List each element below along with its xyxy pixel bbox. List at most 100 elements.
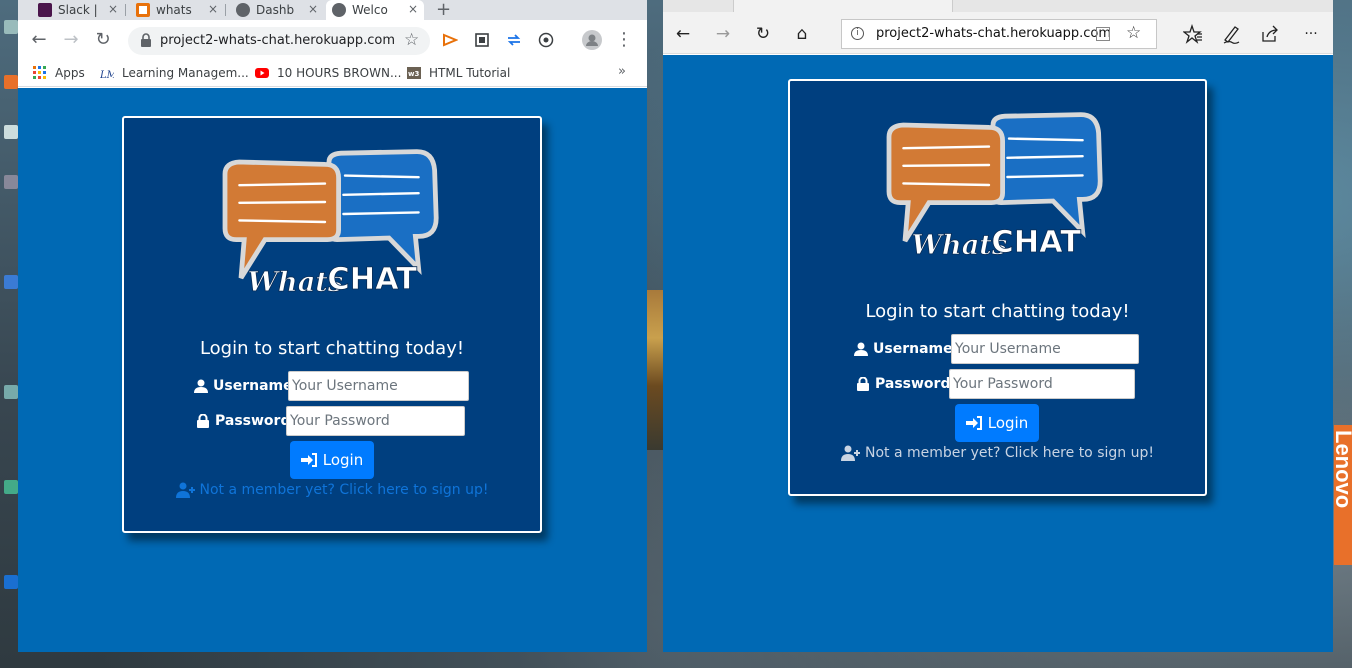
desktop-app-icon[interactable] [4,75,18,89]
login-heading: Login to start chatting today! [865,301,1130,322]
desktop-icons [0,0,18,668]
close-icon[interactable]: × [308,2,318,16]
username-input[interactable] [288,371,469,401]
tab-slack[interactable]: Slack | × [32,0,124,20]
extension-play-icon[interactable] [442,32,458,48]
password-row: Password: [196,406,476,436]
youtube-icon [255,68,269,78]
bookmark-label: 10 HOURS BROWN... [277,66,402,80]
bookmark-youtube[interactable]: 10 HOURS BROWN... [255,65,401,81]
reading-view-icon[interactable] [1096,27,1110,41]
user-plus-icon [841,445,861,461]
lock-icon [857,377,869,391]
login-button[interactable]: Login [955,404,1039,442]
tab-label: Welco [352,3,388,17]
home-button[interactable]: ⌂ [792,24,812,44]
password-input[interactable] [949,369,1135,399]
login-card: Whats CHAT Login to start chatting today… [788,79,1207,496]
favorite-star-icon[interactable]: ☆ [1126,23,1141,43]
sign-in-icon [300,453,317,467]
signup-link[interactable]: Not a member yet? Click here to sign up! [124,482,540,498]
lenovo-label: Lenovo [1334,430,1352,509]
refresh-button[interactable]: ↻ [753,24,773,44]
chrome-tab-strip: Slack | × whats × Dashb × Welco × + [18,0,647,20]
signup-text: Not a member yet? Click here to sign up! [199,482,489,498]
login-button-label: Login [322,451,364,469]
chrome-toolbar: ← → ↻ project2-whats-chat.herokuapp.com … [18,20,647,60]
svg-text:w3: w3 [408,70,419,78]
recycle-bin-icon[interactable] [4,20,18,34]
chrome-menu-button[interactable]: ⋮ [614,30,634,50]
bookmark-apps[interactable]: Apps [33,65,85,81]
password-label: Password: [875,376,957,392]
desktop-app-icon[interactable] [4,125,18,139]
blogger-icon [136,3,150,17]
new-tab-button[interactable]: + [436,0,451,20]
favorites-hub-icon[interactable] [1183,24,1203,44]
edge-page-content: Whats CHAT Login to start chatting today… [663,55,1333,652]
url-text: project2-whats-chat.herokuapp.com [160,33,396,48]
forward-button[interactable]: → [61,30,81,50]
bookmark-label: Apps [55,66,85,80]
pen-notes-icon[interactable] [1221,24,1241,44]
edge-active-tab[interactable] [733,0,953,12]
svg-text:LMS: LMS [100,70,114,80]
tab-separator [225,4,226,16]
back-button[interactable]: ← [29,30,49,50]
desktop-app-icon[interactable] [4,480,18,494]
edge-toolbar: ← → ↻ ⌂ i project2-whats-chat.herokuapp.… [663,12,1333,54]
bookmark-label: Learning Managem... [122,66,249,80]
address-bar[interactable]: i project2-whats-chat.herokuapp.com ☆ [841,19,1157,49]
tab-label: Dashb [256,3,295,17]
close-icon[interactable]: × [208,2,218,16]
password-row: Password: [856,369,1146,399]
desktop-app-icon[interactable] [4,385,18,399]
login-button[interactable]: Login [290,441,374,479]
screenshot-extension-icon[interactable] [474,32,490,48]
slack-icon [38,3,52,17]
desktop-app-icon[interactable] [4,175,18,189]
forward-button[interactable]: → [713,24,733,44]
chrome-page-content: Whats CHAT Login to start chatting today… [18,88,647,652]
omnibox[interactable]: project2-whats-chat.herokuapp.com ☆ [128,27,430,55]
bookmarks-overflow-button[interactable]: » [618,64,626,79]
back-button[interactable]: ← [673,24,693,44]
lms-icon: LMS [100,70,114,80]
reload-button[interactable]: ↻ [93,30,113,50]
username-label-group: Username: [854,341,958,357]
bookmark-star-icon[interactable]: ☆ [404,30,419,50]
username-row: Username: [854,334,1144,364]
logo-wordmark-chat: CHAT [991,225,1081,260]
more-options-button[interactable]: ··· [1301,24,1321,44]
bookmark-html-tutorial[interactable]: w3 HTML Tutorial [407,65,510,81]
close-icon[interactable]: × [408,2,418,16]
username-label: Username: [873,341,959,357]
profile-avatar-icon[interactable] [582,30,602,50]
username-label: Username: [213,378,299,394]
info-icon[interactable]: i [851,27,864,40]
sync-extension-icon[interactable] [506,32,522,48]
tab-label: Slack | [58,3,98,17]
username-input[interactable] [951,334,1139,364]
w3schools-icon: w3 [407,67,421,79]
bookmarks-bar: Apps LMS Learning Managem... 10 HOURS BR… [18,60,647,87]
user-icon [854,342,868,356]
extension-icon[interactable] [538,32,554,48]
password-label-group: Password: [856,376,956,392]
desktop-app-icon[interactable] [4,275,18,289]
share-icon[interactable] [1260,24,1280,44]
signup-link[interactable]: Not a member yet? Click here to sign up! [790,445,1205,461]
logo-wordmark-chat: CHAT [327,262,417,297]
tab-label: whats [156,3,192,17]
close-icon[interactable]: × [108,2,118,16]
password-input[interactable] [286,406,465,436]
tab-dashboard[interactable]: Dashb × [230,0,324,20]
tab-whatschat[interactable]: whats × [130,0,224,20]
bookmark-label: HTML Tutorial [429,66,511,80]
desktop-app-icon[interactable] [4,575,18,589]
globe-icon [332,3,346,17]
url-text: project2-whats-chat.herokuapp.com [876,26,1112,41]
bookmark-learning-management[interactable]: LMS Learning Managem... [100,65,249,81]
tab-welcome[interactable]: Welco × [326,0,424,20]
password-label-group: Password: [196,413,296,429]
